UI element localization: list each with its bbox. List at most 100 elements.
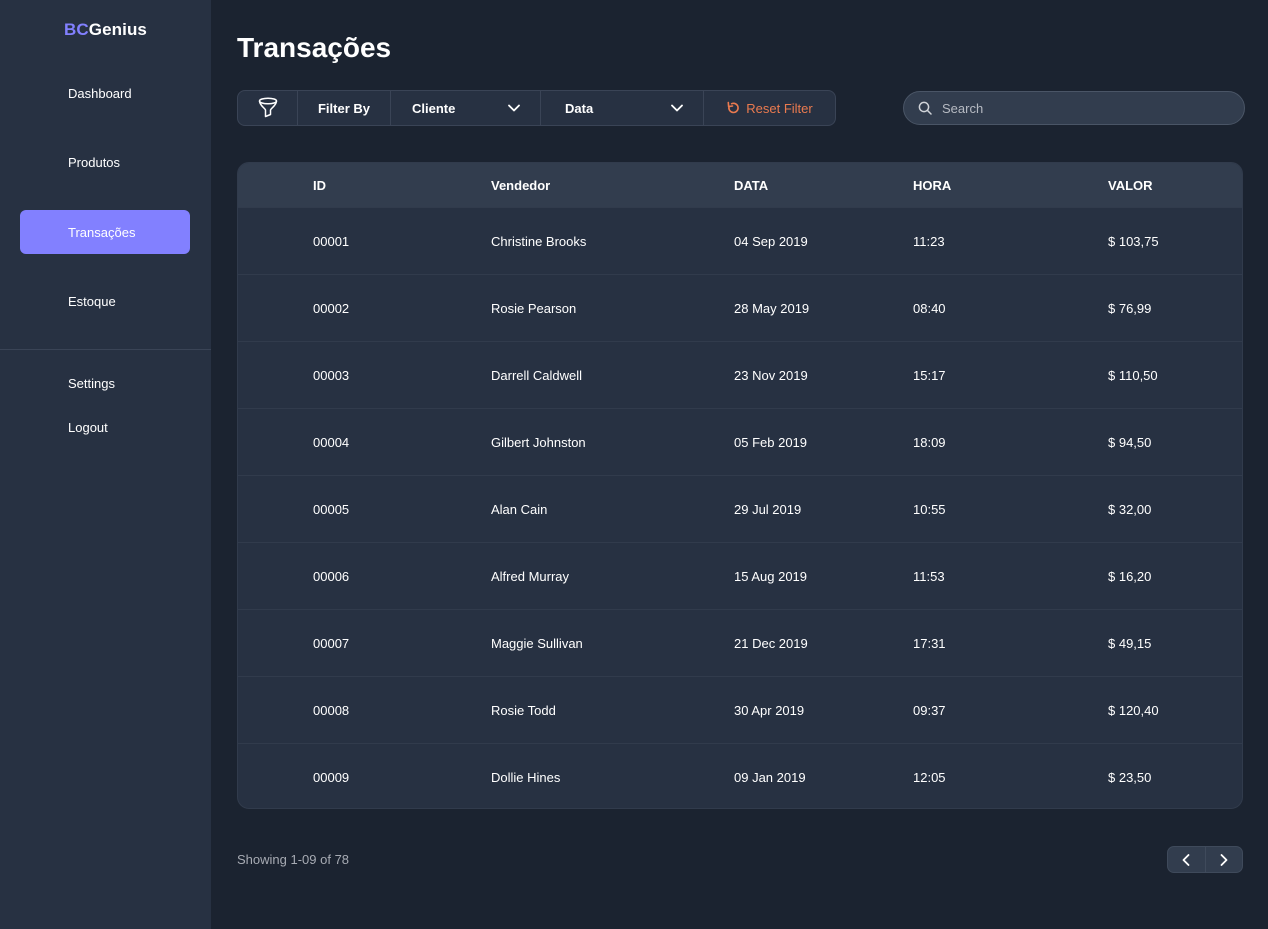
cell-hora: 15:17 — [913, 367, 946, 383]
filter-by-text: Filter By — [317, 100, 370, 116]
cell-valor: $ 49,15 — [1108, 635, 1152, 651]
table-row[interactable]: 00002 Rosie Pearson 28 May 2019 08:40 $ … — [238, 274, 1242, 341]
cell-vendedor: Alfred Murray — [491, 568, 570, 584]
header-id[interactable]: ID — [313, 178, 326, 193]
table-row[interactable]: 00007 Maggie Sullivan 21 Dec 2019 17:31 … — [238, 609, 1242, 676]
cell-valor: $ 76,99 — [1108, 300, 1152, 316]
cell-data: 04 Sep 2019 — [734, 233, 808, 249]
cell-data: 23 Nov 2019 — [734, 367, 808, 383]
reset-filter-label: Reset Filter — [746, 100, 813, 116]
table-header: ID Vendedor DATA HORA VALOR — [238, 163, 1242, 207]
transactions-table: ID Vendedor DATA HORA VALOR 00001 Christ… — [237, 162, 1243, 809]
sidebar-item-label: Produtos — [68, 154, 121, 170]
cliente-dropdown-value: Cliente — [412, 100, 456, 116]
cell-id: 00009 — [313, 769, 350, 785]
cell-vendedor: Maggie Sullivan — [491, 635, 583, 651]
cell-valor: $ 94,50 — [1108, 434, 1152, 450]
data-dropdown[interactable]: Data — [541, 91, 704, 125]
reset-filter-button[interactable]: Reset Filter — [704, 91, 835, 125]
cell-vendedor: Alan Cain — [491, 501, 548, 517]
chevron-left-icon — [1182, 853, 1190, 866]
previous-page-button[interactable] — [1168, 847, 1206, 872]
cell-hora: 12:05 — [913, 769, 946, 785]
table-row[interactable]: 00009 Dollie Hines 09 Jan 2019 12:05 $ 2… — [238, 743, 1242, 808]
sidebar: BCGenius Dashboard Produtos Transações E… — [0, 0, 211, 929]
table-row[interactable]: 00005 Alan Cain 29 Jul 2019 10:55 $ 32,0… — [238, 475, 1242, 542]
cell-data: 05 Feb 2019 — [734, 434, 808, 450]
sidebar-item-dashboard[interactable]: Dashboard — [20, 71, 190, 115]
cell-vendedor: Rosie Pearson — [491, 300, 577, 316]
cell-hora: 11:53 — [913, 568, 945, 584]
sidebar-item-label: Logout — [68, 419, 108, 435]
cell-valor: $ 103,75 — [1108, 233, 1159, 249]
filter-by-label: Filter By — [298, 91, 391, 125]
chevron-down-icon — [508, 104, 520, 112]
cell-data: 28 May 2019 — [734, 300, 810, 316]
logo-accent: BC — [64, 20, 89, 39]
cliente-dropdown[interactable]: Cliente — [391, 91, 541, 125]
filter-bar: Filter By Cliente Data Reset Filter — [237, 90, 836, 126]
cell-hora: 17:31 — [913, 635, 946, 651]
cell-id: 00003 — [313, 367, 350, 383]
cell-id: 00008 — [313, 702, 350, 718]
cell-vendedor: Gilbert Johnston — [491, 434, 586, 450]
sidebar-item-settings[interactable]: Settings — [20, 361, 190, 405]
sidebar-item-label: Transações — [68, 224, 136, 240]
cell-valor: $ 32,00 — [1108, 501, 1152, 517]
sidebar-item-produtos[interactable]: Produtos — [20, 140, 190, 184]
sidebar-divider — [0, 349, 211, 350]
funnel-icon — [258, 97, 277, 118]
header-hora[interactable]: HORA — [913, 178, 951, 193]
table-row[interactable]: 00004 Gilbert Johnston 05 Feb 2019 18:09… — [238, 408, 1242, 475]
cell-vendedor: Christine Brooks — [491, 233, 587, 249]
table-row[interactable]: 00003 Darrell Caldwell 23 Nov 2019 15:17… — [238, 341, 1242, 408]
cell-vendedor: Darrell Caldwell — [491, 367, 583, 383]
cell-data: 29 Jul 2019 — [734, 501, 802, 517]
sidebar-item-label: Estoque — [68, 293, 116, 309]
cell-id: 00004 — [313, 434, 350, 450]
table-row[interactable]: 00001 Christine Brooks 04 Sep 2019 11:23… — [238, 207, 1242, 274]
cell-valor: $ 120,40 — [1108, 702, 1159, 718]
next-page-button[interactable] — [1206, 847, 1243, 872]
data-dropdown-value: Data — [565, 100, 594, 116]
cell-valor: $ 110,50 — [1108, 367, 1158, 383]
cell-vendedor: Rosie Todd — [491, 702, 556, 718]
pagination-summary: Showing 1-09 of 78 — [237, 852, 350, 867]
sidebar-item-label: Dashboard — [68, 85, 132, 101]
header-valor[interactable]: VALOR — [1108, 178, 1153, 193]
cell-valor: $ 16,20 — [1108, 568, 1152, 584]
chevron-down-icon — [671, 104, 683, 112]
cell-data: 09 Jan 2019 — [734, 769, 806, 785]
cell-vendedor: Dollie Hines — [491, 769, 561, 785]
cell-id: 00006 — [313, 568, 350, 584]
sidebar-item-estoque[interactable]: Estoque — [20, 279, 190, 323]
cell-valor: $ 23,50 — [1108, 769, 1152, 785]
sidebar-item-label: Settings — [68, 375, 115, 391]
cell-hora: 10:55 — [913, 501, 946, 517]
pagination-controls — [1167, 846, 1243, 873]
cell-data: 30 Apr 2019 — [734, 702, 805, 718]
filter-icon-cell[interactable] — [238, 91, 298, 125]
table-row[interactable]: 00006 Alfred Murray 15 Aug 2019 11:53 $ … — [238, 542, 1242, 609]
cell-hora: 08:40 — [913, 300, 946, 316]
cell-data: 21 Dec 2019 — [734, 635, 808, 651]
search-box[interactable] — [903, 91, 1245, 125]
header-vendedor[interactable]: Vendedor — [491, 178, 550, 193]
app-logo[interactable]: BCGenius — [64, 20, 147, 40]
cell-id: 00007 — [313, 635, 350, 651]
header-data[interactable]: DATA — [734, 178, 768, 193]
cell-hora: 11:23 — [913, 233, 945, 249]
reset-icon — [727, 101, 740, 114]
chevron-right-icon — [1220, 853, 1228, 866]
search-input[interactable] — [942, 100, 1222, 116]
logo-text: Genius — [88, 20, 147, 39]
sidebar-item-logout[interactable]: Logout — [20, 405, 190, 449]
search-icon — [918, 101, 932, 115]
cell-data: 15 Aug 2019 — [734, 568, 808, 584]
cell-id: 00002 — [313, 300, 350, 316]
page-title: Transações — [237, 32, 392, 63]
cell-hora: 18:09 — [913, 434, 946, 450]
table-row[interactable]: 00008 Rosie Todd 30 Apr 2019 09:37 $ 120… — [238, 676, 1242, 743]
sidebar-item-transacoes[interactable]: Transações — [20, 210, 190, 254]
cell-hora: 09:37 — [913, 702, 946, 718]
